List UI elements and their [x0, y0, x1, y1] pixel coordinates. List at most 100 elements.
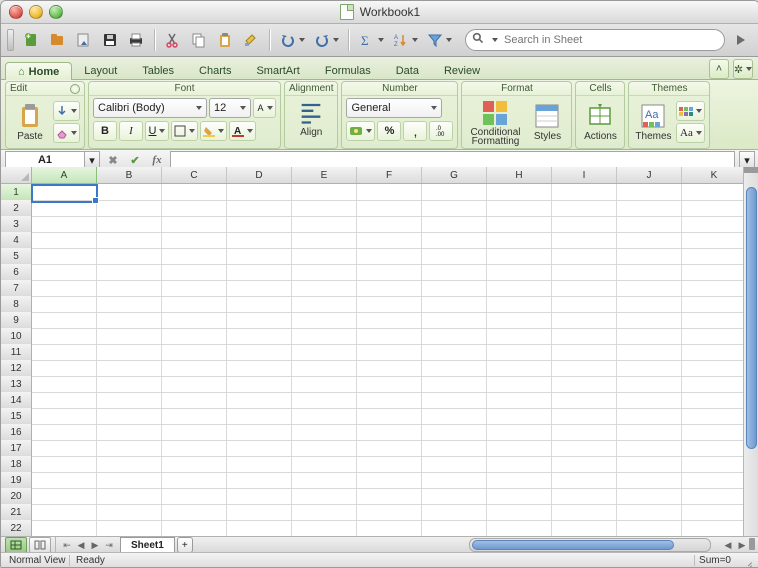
cell[interactable] — [227, 184, 292, 201]
conditional-formatting-button[interactable]: Conditional Formatting — [466, 99, 524, 146]
cell[interactable] — [227, 200, 292, 217]
print-button[interactable] — [124, 28, 148, 52]
column-header[interactable]: F — [357, 167, 422, 183]
cell[interactable] — [682, 504, 747, 521]
theme-colors-button[interactable] — [676, 101, 705, 121]
cell[interactable] — [162, 184, 227, 201]
cell[interactable] — [682, 344, 747, 361]
cell[interactable] — [422, 424, 487, 441]
cell[interactable] — [227, 504, 292, 521]
border-button[interactable] — [171, 121, 198, 141]
format-painter-button[interactable] — [239, 28, 263, 52]
cell[interactable] — [162, 472, 227, 489]
horizontal-scroll-thumb[interactable] — [472, 540, 674, 550]
search-input[interactable] — [502, 33, 718, 47]
cell[interactable] — [292, 520, 357, 537]
cell[interactable] — [357, 296, 422, 313]
fill-button[interactable] — [53, 101, 80, 121]
cell[interactable] — [682, 264, 747, 281]
cell[interactable] — [487, 296, 552, 313]
cell[interactable] — [357, 456, 422, 473]
search-next-button[interactable] — [729, 28, 753, 52]
cell[interactable] — [32, 392, 97, 409]
cell[interactable] — [357, 472, 422, 489]
cell[interactable] — [487, 392, 552, 409]
cell[interactable] — [292, 312, 357, 329]
hscroll-right[interactable]: ▶ — [735, 538, 749, 552]
cell[interactable] — [32, 248, 97, 265]
window-minimize-button[interactable] — [29, 5, 43, 19]
cell[interactable] — [162, 200, 227, 217]
cell[interactable] — [292, 248, 357, 265]
cell[interactable] — [357, 424, 422, 441]
cell[interactable] — [487, 488, 552, 505]
cell[interactable] — [227, 472, 292, 489]
cell[interactable] — [422, 408, 487, 425]
cell[interactable] — [617, 296, 682, 313]
actions-button[interactable]: Actions — [580, 102, 620, 142]
number-format-combo[interactable]: General — [346, 98, 442, 118]
cell[interactable] — [357, 440, 422, 457]
cell[interactable] — [422, 216, 487, 233]
cell[interactable] — [97, 264, 162, 281]
cell[interactable] — [487, 232, 552, 249]
row-header[interactable]: 22 — [1, 520, 32, 537]
cell[interactable] — [97, 440, 162, 457]
cell[interactable] — [552, 392, 617, 409]
cell[interactable] — [357, 408, 422, 425]
cell[interactable] — [617, 520, 682, 537]
cell[interactable] — [487, 184, 552, 201]
cell[interactable] — [682, 296, 747, 313]
ribbon-collapse-button[interactable]: ˄ — [709, 59, 729, 79]
cell[interactable] — [162, 264, 227, 281]
cell[interactable] — [97, 312, 162, 329]
cell[interactable] — [682, 376, 747, 393]
percent-button[interactable]: % — [377, 121, 401, 141]
cell[interactable] — [617, 440, 682, 457]
cell[interactable] — [227, 312, 292, 329]
cell[interactable] — [162, 520, 227, 537]
bold-button[interactable]: B — [93, 121, 117, 141]
cell[interactable] — [682, 328, 747, 345]
cell[interactable] — [32, 264, 97, 281]
cell[interactable] — [32, 376, 97, 393]
cell[interactable] — [97, 328, 162, 345]
cell[interactable] — [617, 264, 682, 281]
qat-handle[interactable] — [7, 29, 14, 51]
view-page-layout-button[interactable] — [29, 537, 51, 553]
column-header[interactable]: C — [162, 167, 227, 183]
row-header[interactable]: 14 — [1, 392, 32, 409]
hsplit-handle[interactable] — [749, 538, 755, 550]
cell[interactable] — [292, 216, 357, 233]
ribbon-tab-tables[interactable]: Tables — [129, 61, 187, 79]
column-header[interactable]: E — [292, 167, 357, 183]
filter-button[interactable] — [423, 28, 455, 52]
cell[interactable] — [682, 456, 747, 473]
cell[interactable] — [227, 248, 292, 265]
cell[interactable] — [552, 488, 617, 505]
paste-big-button[interactable]: Paste — [10, 102, 50, 142]
cell[interactable] — [357, 328, 422, 345]
cell[interactable] — [357, 488, 422, 505]
cell[interactable] — [422, 248, 487, 265]
cell[interactable] — [97, 296, 162, 313]
clear-button[interactable] — [53, 123, 80, 143]
cell[interactable] — [422, 376, 487, 393]
cell[interactable] — [357, 312, 422, 329]
vertical-scroll-thumb[interactable] — [746, 187, 757, 449]
cell[interactable] — [487, 504, 552, 521]
fill-color-button[interactable] — [200, 121, 227, 141]
row-header[interactable]: 6 — [1, 264, 32, 281]
column-header[interactable]: J — [617, 167, 682, 183]
cell[interactable] — [292, 408, 357, 425]
cell[interactable] — [32, 344, 97, 361]
cell[interactable] — [682, 248, 747, 265]
cell[interactable] — [32, 184, 97, 201]
cell[interactable] — [487, 456, 552, 473]
cell[interactable] — [292, 328, 357, 345]
ribbon-options-button[interactable]: ✲ — [733, 59, 753, 79]
cell[interactable] — [162, 456, 227, 473]
cell[interactable] — [682, 200, 747, 217]
cell[interactable] — [552, 520, 617, 537]
sheet-tab[interactable]: Sheet1 — [120, 537, 175, 553]
